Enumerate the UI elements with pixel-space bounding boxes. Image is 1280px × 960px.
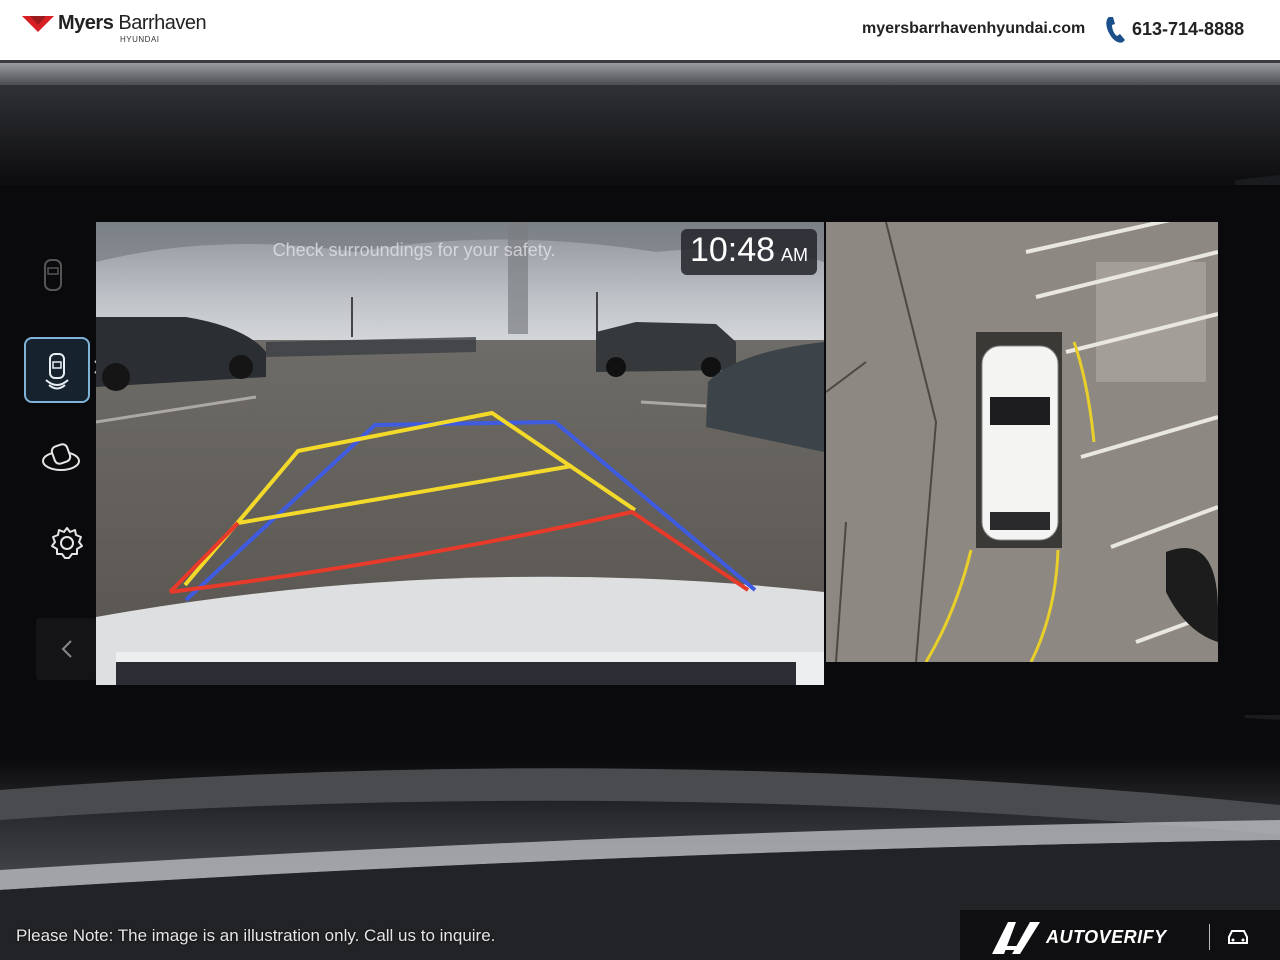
- dealer-name: Myers Barrhaven: [58, 12, 207, 34]
- sidebar-back-button[interactable]: [36, 618, 98, 680]
- back-chevron-icon: [61, 640, 72, 658]
- screen-clock: 10:48 AM: [681, 229, 817, 275]
- dealer-phone-link[interactable]: 613-714-8888: [1132, 19, 1244, 40]
- rear-camera-view: [96, 222, 824, 685]
- disclaimer-note: Please Note: The image is an illustratio…: [16, 926, 496, 945]
- sidebar-item-settings[interactable]: [36, 512, 98, 574]
- sidebar-item-360-view[interactable]: [30, 426, 92, 488]
- autoverify-logo-icon: [992, 922, 1040, 954]
- car-outline-icon: [44, 259, 62, 291]
- gear-icon: [51, 527, 83, 559]
- dashboard-trim: [0, 63, 1280, 85]
- sidebar-item-car[interactable]: [22, 244, 84, 306]
- dealer-website-link[interactable]: myersbarrhavenhyundai.com: [862, 20, 1085, 38]
- dealer-subtitle: HYUNDAI: [120, 35, 160, 44]
- camera-safety-warning: Check surroundings for your safety.: [272, 240, 556, 260]
- car-icon: [1228, 930, 1248, 944]
- phone-icon: [1106, 17, 1125, 43]
- surround-top-view: [826, 222, 1218, 662]
- dealer-header: Myers Barrhaven HYUNDAI myersbarrhavenhy…: [0, 0, 1280, 60]
- clock-time: 10:48: [689, 231, 776, 269]
- autoverify-brand: AUTOVERIFY: [1046, 927, 1167, 947]
- dealer-logo-icon: [22, 16, 54, 32]
- clock-ampm: AM: [781, 245, 809, 265]
- rear-sensor-icon: [45, 353, 69, 390]
- badge-divider: [1209, 924, 1210, 950]
- 360-view-icon: [42, 443, 80, 471]
- sidebar-item-rear-camera[interactable]: [24, 337, 90, 403]
